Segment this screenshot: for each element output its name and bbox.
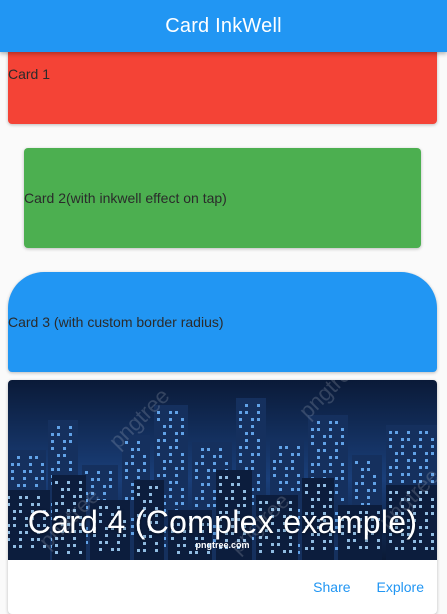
card-2-inkwell[interactable]: Card 2(with inkwell effect on tap) [24,148,421,248]
card-3-custom-radius: Card 3 (with custom border radius) [8,272,437,372]
city-skyline-image: pngtree pngtree pngtree pngtree pngtree Card… [8,380,437,560]
app-bar: Card InkWell [0,0,447,52]
card-2-label: Card 2(with inkwell effect on tap) [24,190,227,206]
card-3-label: Card 3 (with custom border radius) [8,314,224,330]
share-button[interactable]: Share [306,571,357,603]
card-actions: Share Explore [8,560,437,614]
card-1-label: Card 1 [8,66,51,82]
image-watermark: pngtree.com [195,540,250,550]
card-4-complex: pngtree pngtree pngtree pngtree pngtree Card… [8,380,437,614]
app-bar-title: Card InkWell [165,14,282,37]
card-4-title: Card 4 (Complex example) [27,504,418,540]
explore-button[interactable]: Explore [370,571,431,603]
